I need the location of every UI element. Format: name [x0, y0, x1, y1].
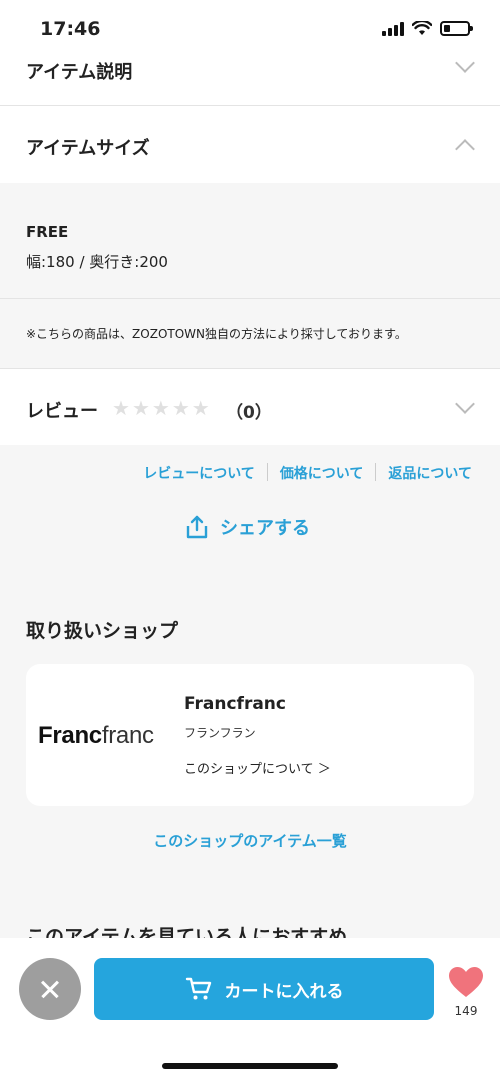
- shop-kana: フランフラン: [184, 726, 256, 740]
- share-button[interactable]: シェアする: [184, 514, 310, 540]
- size-details: FREE 幅:180 / 奥行き:200: [0, 183, 500, 298]
- bottom-action-bar: カートに入れる 149: [0, 938, 500, 1080]
- shop-items-link[interactable]: このショップのアイテム一覧: [0, 830, 500, 851]
- shop-section-title: 取り扱いショップ: [26, 620, 179, 642]
- review-title: レビュー: [26, 401, 98, 422]
- star-icon: ★: [131, 396, 150, 420]
- close-button[interactable]: [19, 958, 81, 1020]
- info-links: レビューについて 価格について 返品について: [0, 463, 500, 483]
- star-icon: ★: [171, 396, 190, 420]
- wifi-icon: [412, 21, 432, 35]
- status-time: 17:46: [40, 18, 101, 40]
- shop-card[interactable]: Francfranc Francfranc フランフラン このショップについて …: [26, 664, 474, 806]
- star-icon: ★: [112, 396, 130, 420]
- cart-icon: [185, 977, 211, 1000]
- chevron-up-icon: [455, 139, 475, 159]
- shop-name: Francfranc: [184, 694, 286, 714]
- recommend-title: このアイテムを見ている人におすすめ: [26, 926, 348, 938]
- star-icon: ★: [151, 396, 170, 420]
- chevron-down-icon: [455, 394, 475, 414]
- add-to-cart-button[interactable]: カートに入れる: [94, 958, 434, 1020]
- item-description-title: アイテム説明: [26, 62, 133, 83]
- status-bar: 17:46: [0, 0, 500, 46]
- review-stars: ★ ★ ★ ★ ★: [112, 398, 210, 418]
- item-size-title: アイテムサイズ: [26, 138, 150, 159]
- share-label: シェアする: [220, 518, 310, 539]
- favorite-button[interactable]: 149: [446, 966, 486, 1018]
- size-name: FREE: [26, 223, 69, 241]
- measurement-note-text: ※こちらの商品は、ZOZOTOWN独自の方法により採寸しております。: [26, 327, 407, 341]
- item-size-row[interactable]: アイテムサイズ: [0, 106, 500, 183]
- chevron-down-icon: [455, 53, 475, 73]
- heart-icon: [449, 967, 483, 997]
- about-price-link[interactable]: 価格について: [268, 463, 376, 483]
- status-icons: [382, 21, 473, 36]
- measurement-note: ※こちらの商品は、ZOZOTOWN独自の方法により採寸しております。: [0, 298, 500, 368]
- size-dimensions: 幅:180 / 奥行き:200: [26, 253, 168, 271]
- battery-icon: [440, 21, 473, 36]
- shop-logo: Francfranc: [38, 722, 154, 749]
- favorite-count: 149: [454, 1004, 478, 1018]
- star-icon: ★: [191, 396, 210, 420]
- about-returns-link[interactable]: 返品について: [376, 463, 472, 483]
- about-reviews-link[interactable]: レビューについて: [131, 463, 267, 483]
- review-count: （0）: [226, 403, 272, 423]
- share-icon: [186, 515, 208, 539]
- signal-icon: [382, 21, 404, 36]
- add-to-cart-label: カートに入れる: [224, 981, 344, 1002]
- home-indicator: [162, 1063, 338, 1069]
- shop-about-link[interactable]: このショップについて ＞: [184, 758, 331, 777]
